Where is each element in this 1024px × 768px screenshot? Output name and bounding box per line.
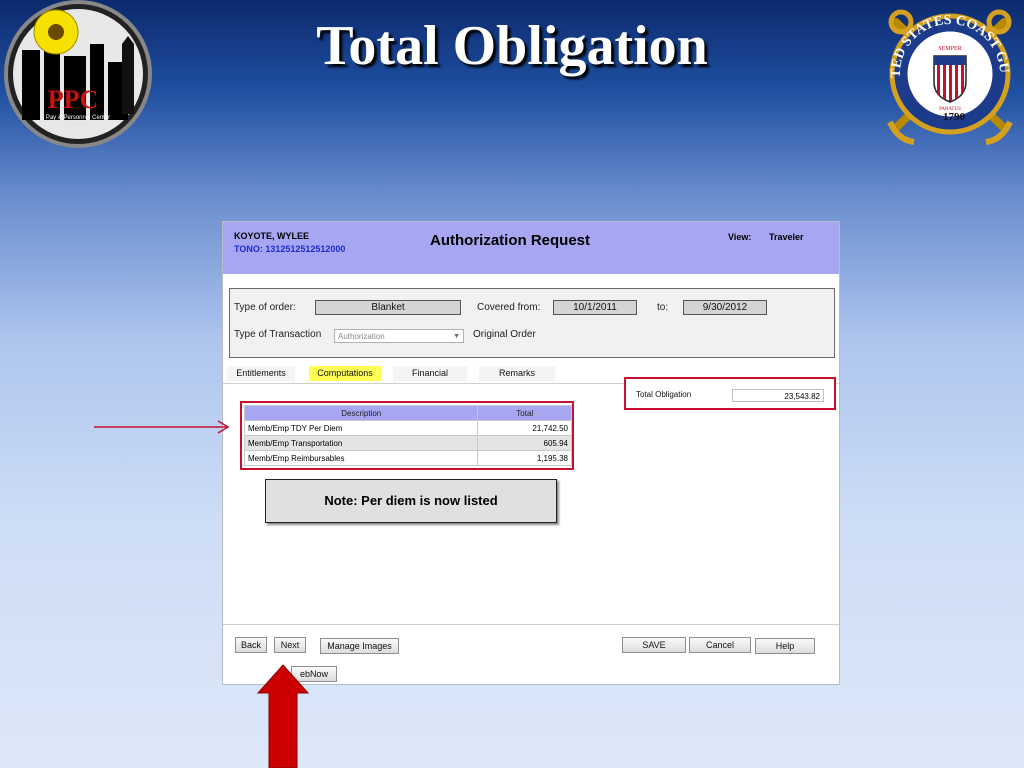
traveler-name: KOYOTE, WYLEE [234, 231, 310, 241]
manage-images-button[interactable]: Manage Images [320, 638, 399, 654]
page-title: Authorization Request [430, 232, 590, 249]
tab-entitlements[interactable]: Entitlements [227, 366, 295, 381]
table-header-row: Description Total [243, 405, 572, 421]
row-description: Memb/Emp Transportation [243, 435, 479, 451]
tono-number: TONO: 1312512512512000 [234, 244, 346, 254]
total-obligation-field[interactable]: 23,543.82 [732, 389, 824, 402]
back-button[interactable]: Back [235, 637, 267, 653]
next-button[interactable]: Next [274, 637, 306, 653]
table-row[interactable]: Memb/Emp Reimbursables 1,195.38 [243, 450, 572, 466]
uscg-seal-top: SEMPER [938, 46, 961, 52]
tab-remarks[interactable]: Remarks [479, 366, 555, 381]
to-label: to: [657, 302, 669, 313]
row-total: 605.94 [477, 435, 572, 451]
to-date-field: 9/30/2012 [683, 300, 767, 315]
ppc-logo: PPC Pay & Personnel Center TOPEKA [4, 0, 152, 148]
per-diem-note: Note: Per diem is now listed [265, 479, 557, 523]
type-of-order-label: Type of order: [234, 302, 296, 313]
covered-from-field: 10/1/2011 [553, 300, 637, 315]
table-row[interactable]: Memb/Emp Transportation 605.94 [243, 435, 572, 451]
pointer-arrow-icon [94, 420, 230, 434]
total-obligation-highlight: Total Obligation 23,543.82 [624, 377, 836, 410]
row-total: 1,195.38 [477, 450, 572, 466]
type-of-transaction-select[interactable]: Authorization ▼ [334, 329, 464, 343]
tab-computations[interactable]: Computations [309, 366, 381, 381]
ppc-logo-line1: Pay & Personnel Center [46, 115, 110, 121]
app-header: KOYOTE, WYLEE TONO: 1312512512512000 Aut… [223, 222, 839, 274]
computations-table: Description Total Memb/Emp TDY Per Diem … [243, 405, 572, 466]
row-description: Memb/Emp TDY Per Diem [243, 420, 479, 436]
authorization-window: KOYOTE, WYLEE TONO: 1312512512512000 Aut… [222, 221, 840, 685]
order-panel: Type of order: Blanket Covered from: 10/… [229, 288, 835, 358]
total-obligation-label: Total Obligation [636, 390, 692, 399]
uscg-seal: UNITED STATES COAST GUARD SEMPER PARATUS… [876, 0, 1013, 145]
divider [223, 624, 839, 625]
description-header: Description [243, 405, 479, 421]
total-header: Total [477, 405, 572, 421]
uscg-seal-year: 1790 [943, 111, 966, 123]
ppc-logo-main: PPC [48, 85, 99, 114]
type-of-order-field: Blanket [315, 300, 461, 315]
covered-from-label: Covered from: [477, 302, 541, 313]
view-label: View: [728, 232, 752, 242]
chevron-down-icon: ▼ [453, 333, 460, 340]
save-button[interactable]: SAVE [622, 637, 686, 653]
ppc-logo-line2: TOPEKA [66, 123, 90, 129]
up-arrow-icon [256, 664, 310, 768]
row-description: Memb/Emp Reimbursables [243, 450, 479, 466]
computations-table-highlight: Description Total Memb/Emp TDY Per Diem … [240, 401, 574, 470]
cancel-button[interactable]: Cancel [689, 637, 751, 653]
help-button[interactable]: Help [755, 638, 815, 654]
view-value: Traveler [769, 232, 804, 242]
transaction-select-value: Authorization [338, 332, 385, 341]
original-order-label: Original Order [473, 329, 536, 340]
tab-financial[interactable]: Financial [393, 366, 467, 381]
type-of-transaction-label: Type of Transaction [234, 329, 322, 340]
table-row[interactable]: Memb/Emp TDY Per Diem 21,742.50 [243, 420, 572, 436]
row-total: 21,742.50 [477, 420, 572, 436]
